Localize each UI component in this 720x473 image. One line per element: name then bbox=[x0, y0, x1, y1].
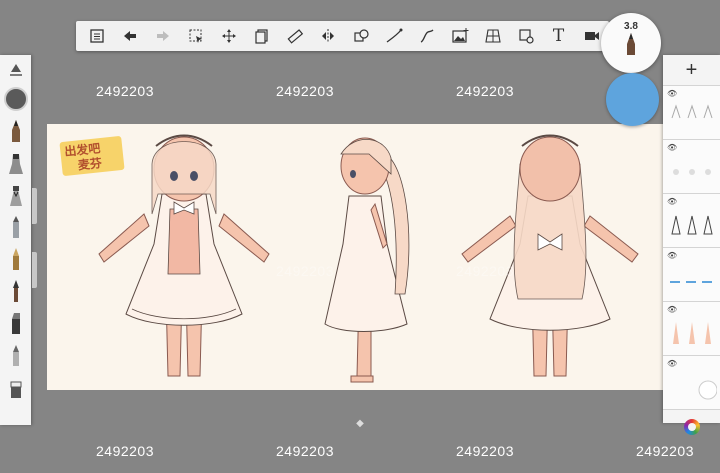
text-icon[interactable]: T bbox=[542, 21, 575, 51]
eye-icon[interactable]: 👁 bbox=[667, 143, 677, 152]
transform-icon[interactable] bbox=[212, 21, 245, 51]
watermark-text: 2492203 bbox=[96, 83, 155, 99]
figure-back-view bbox=[461, 134, 639, 377]
fill-icon[interactable] bbox=[509, 21, 542, 51]
perspective-icon[interactable] bbox=[476, 21, 509, 51]
character-turnaround-artwork: 出发吧 麦芬 bbox=[59, 134, 639, 383]
collapse-arrow-icon[interactable] bbox=[0, 55, 31, 83]
eraser-icon[interactable] bbox=[0, 371, 31, 403]
top-toolbar: T bbox=[76, 21, 609, 51]
layer-item[interactable]: 👁 bbox=[663, 355, 720, 409]
pencil-brush-icon[interactable] bbox=[0, 115, 31, 147]
selection-icon[interactable] bbox=[179, 21, 212, 51]
layer-thumbnail bbox=[670, 281, 712, 283]
layer-item[interactable]: 👁 bbox=[663, 193, 720, 247]
logo: 出发吧 麦芬 bbox=[59, 136, 125, 176]
chisel-brush-icon[interactable] bbox=[0, 307, 31, 339]
eye-icon[interactable]: 👁 bbox=[667, 359, 677, 368]
paint-brush-icon[interactable] bbox=[0, 275, 31, 307]
layer-thumbnail bbox=[698, 380, 717, 400]
add-layer-button[interactable]: + bbox=[663, 55, 720, 85]
curve-icon[interactable] bbox=[377, 21, 410, 51]
watermark-text: 2492203 bbox=[456, 83, 515, 99]
fountain-pen-icon[interactable] bbox=[0, 243, 31, 275]
layer-thumbnail bbox=[671, 215, 713, 235]
color-puck[interactable] bbox=[606, 73, 659, 126]
color-wheel-icon bbox=[683, 418, 700, 435]
layer-item[interactable]: 👁 bbox=[663, 139, 720, 193]
color-wheel-button[interactable] bbox=[663, 409, 720, 443]
ink-brush-icon[interactable] bbox=[0, 147, 31, 179]
watermark-text: 2492203 bbox=[276, 443, 335, 459]
layer-item[interactable]: 👁 bbox=[663, 301, 720, 355]
layers-panel: + 👁 👁 👁 👁 👁 👁 bbox=[663, 55, 720, 435]
svg-text:麦芬: 麦芬 bbox=[77, 155, 103, 173]
watermark-text: 2492203 bbox=[96, 443, 155, 459]
smudge-brush-icon[interactable] bbox=[0, 339, 31, 371]
watermark-text: 2492203 bbox=[276, 83, 335, 99]
brush-size-value: 3.8 bbox=[624, 21, 638, 32]
layer-icon[interactable] bbox=[245, 21, 278, 51]
airbrush-icon[interactable] bbox=[0, 179, 31, 211]
layer-thumbnail bbox=[673, 322, 711, 344]
stroke-icon[interactable] bbox=[410, 21, 443, 51]
current-brush-swatch[interactable] bbox=[0, 83, 31, 115]
text-icon-label: T bbox=[552, 26, 565, 46]
ruler-icon[interactable] bbox=[278, 21, 311, 51]
layer-thumbnail bbox=[673, 169, 711, 175]
layer-item[interactable]: 👁 bbox=[663, 85, 720, 139]
layer-thumbnail bbox=[671, 104, 713, 119]
palette-edge-tab[interactable] bbox=[32, 188, 37, 224]
eye-icon[interactable]: 👁 bbox=[667, 89, 677, 98]
shape-icon[interactable] bbox=[344, 21, 377, 51]
eye-icon[interactable]: 👁 bbox=[667, 305, 677, 314]
watermark-text: 2492203 bbox=[456, 443, 515, 459]
watermark-text: 2492203 bbox=[636, 443, 695, 459]
image-icon[interactable] bbox=[443, 21, 476, 51]
figure-side-view bbox=[324, 137, 410, 383]
redo-icon[interactable] bbox=[146, 21, 179, 51]
symmetry-icon[interactable] bbox=[311, 21, 344, 51]
palette-edge-tab[interactable] bbox=[32, 252, 37, 288]
canvas-resize-handle-icon[interactable]: ◆ bbox=[354, 418, 366, 430]
marker-brush-icon[interactable] bbox=[0, 211, 31, 243]
eye-icon[interactable]: 👁 bbox=[667, 251, 677, 260]
undo-icon[interactable] bbox=[113, 21, 146, 51]
brush-puck[interactable]: 3.8 bbox=[601, 13, 661, 73]
pencil-icon bbox=[627, 33, 635, 55]
eye-icon[interactable]: 👁 bbox=[667, 197, 677, 206]
layer-item[interactable]: 👁 bbox=[663, 247, 720, 301]
figure-front-view bbox=[98, 134, 270, 377]
brush-library-panel bbox=[0, 55, 31, 425]
drawing-canvas[interactable]: 出发吧 麦芬 bbox=[47, 124, 663, 390]
list-icon[interactable] bbox=[80, 21, 113, 51]
